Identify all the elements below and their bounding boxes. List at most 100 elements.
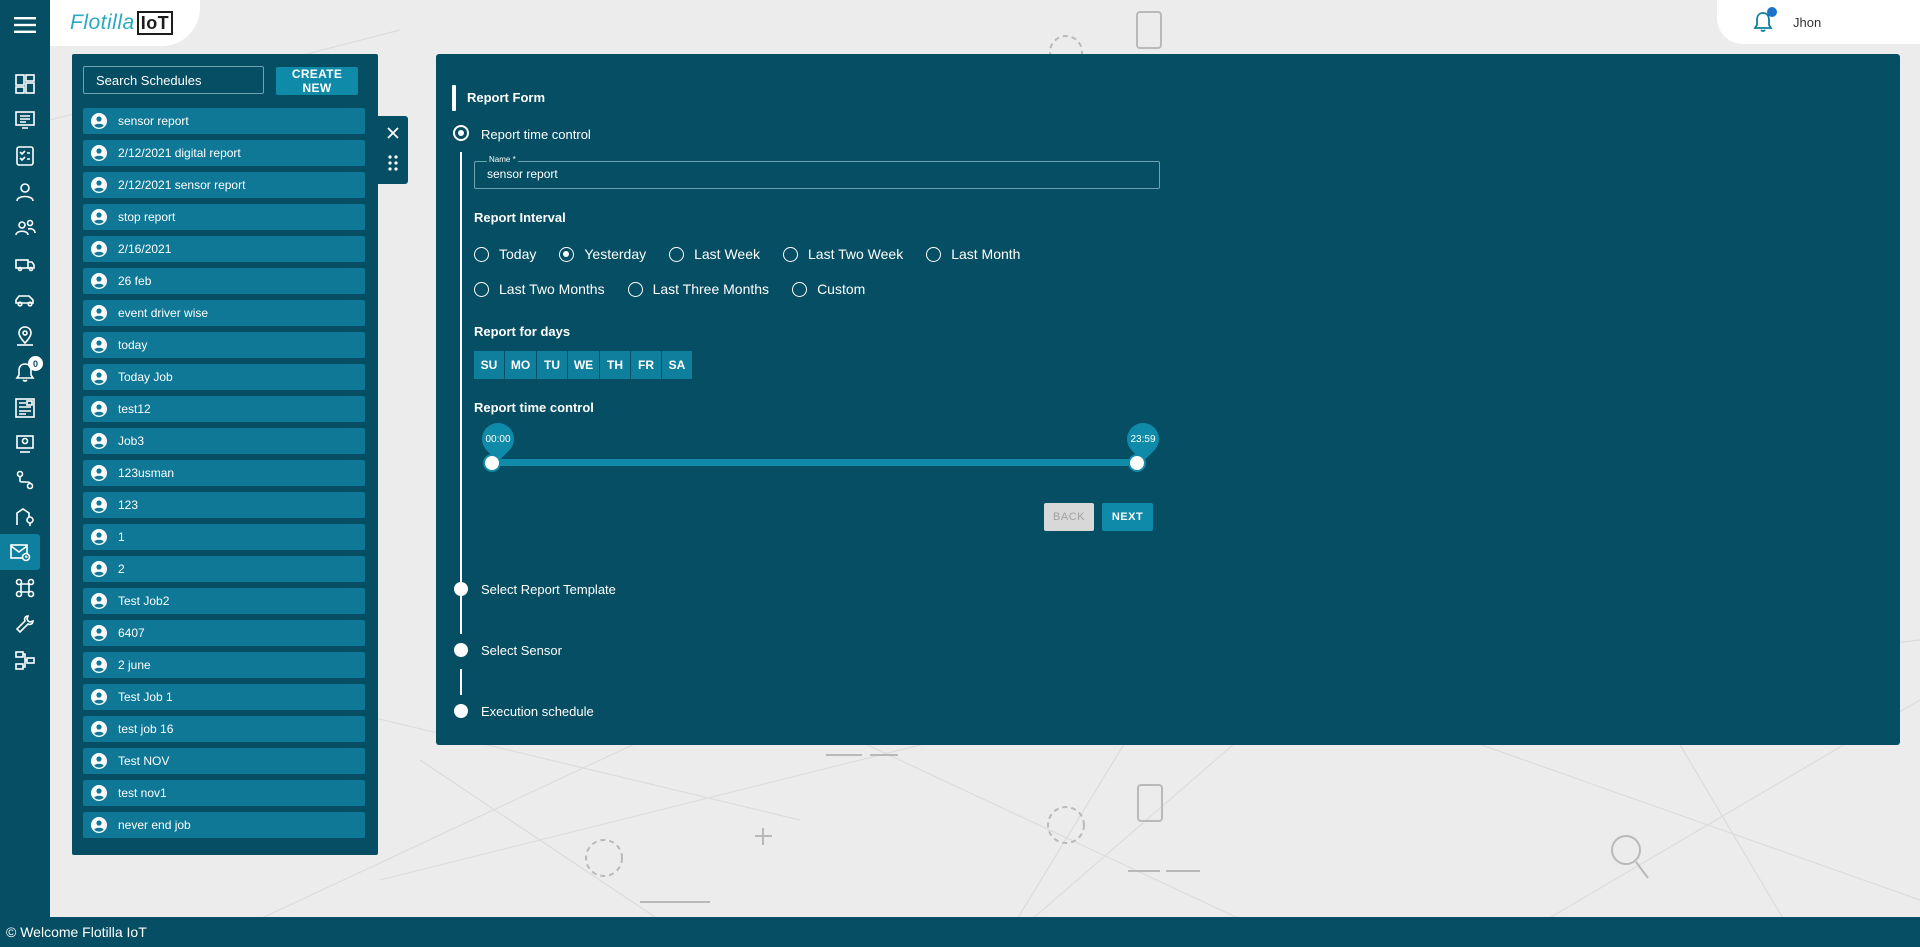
back-button[interactable]: BACK <box>1044 503 1094 531</box>
account-circle-icon <box>91 561 107 577</box>
interval-option[interactable]: Last Three Months <box>627 281 769 297</box>
schedule-item[interactable]: never end job <box>83 812 365 838</box>
sidebar-item-commands[interactable] <box>0 570 50 606</box>
radio-button[interactable] <box>474 281 489 297</box>
radio-button[interactable] <box>926 246 942 262</box>
sidebar-item-routes[interactable] <box>0 462 50 498</box>
schedule-item[interactable]: 2/16/2021 <box>83 236 365 262</box>
day-toggle[interactable]: SA <box>662 351 692 379</box>
day-toggle[interactable]: MO <box>505 351 536 379</box>
sidebar-item-geofence[interactable] <box>0 498 50 534</box>
sidebar-item-workflow[interactable] <box>0 642 50 678</box>
interval-option[interactable]: Last Month <box>926 246 1020 262</box>
sidebar-item-dashboard[interactable] <box>0 66 50 102</box>
interval-option[interactable]: Custom <box>792 281 865 297</box>
schedule-item-label: 123 <box>118 498 139 512</box>
schedule-item[interactable]: sensor report <box>83 108 365 134</box>
next-button[interactable]: NEXT <box>1102 503 1153 531</box>
day-toggle[interactable]: WE <box>568 351 599 379</box>
time-start-thumb[interactable] <box>483 454 501 472</box>
step-1-connector <box>460 152 462 620</box>
account-circle-icon <box>91 625 107 641</box>
interval-option[interactable]: Last Two Week <box>783 246 903 262</box>
close-icon[interactable] <box>386 126 400 140</box>
sidebar-item-locations[interactable] <box>0 318 50 354</box>
day-toggle[interactable]: TU <box>537 351 567 379</box>
time-start-bubble: 00:00 <box>475 416 521 462</box>
schedule-item[interactable]: 2 <box>83 556 365 582</box>
sidebar-item-scheduled-reports[interactable] <box>0 534 40 570</box>
sidebar-item-alerts[interactable]: 0 <box>0 354 50 390</box>
schedule-item[interactable]: 6407 <box>83 620 365 646</box>
schedule-item[interactable]: 2 june <box>83 652 365 678</box>
radio-button[interactable] <box>792 281 808 297</box>
schedule-item[interactable]: 26 feb <box>83 268 365 294</box>
step-2-label[interactable]: Select Report Template <box>481 582 616 597</box>
sidebar-item-trucks[interactable] <box>0 246 50 282</box>
name-input[interactable] <box>487 167 1147 181</box>
step-1-indicator[interactable] <box>453 125 469 141</box>
checklist-icon <box>16 146 34 166</box>
step-4-indicator[interactable] <box>454 704 468 718</box>
schedule-item[interactable]: 123 <box>83 492 365 518</box>
sidebar-item-users[interactable] <box>0 174 50 210</box>
schedule-item[interactable]: 1 <box>83 524 365 550</box>
step-2-indicator[interactable] <box>454 582 468 596</box>
interval-option[interactable]: Today <box>474 246 536 262</box>
sidebar-item-reports[interactable] <box>0 390 50 426</box>
account-circle-icon <box>91 145 107 161</box>
sidebar-item-drivers[interactable] <box>0 210 50 246</box>
schedule-item[interactable]: Test NOV <box>83 748 365 774</box>
interval-option-label: Today <box>499 246 537 262</box>
schedule-item[interactable]: 2/12/2021 digital report <box>83 140 365 166</box>
schedule-item[interactable]: test job 16 <box>83 716 365 742</box>
sidebar-item-tools[interactable] <box>0 606 50 642</box>
sidebar-item-vehicles[interactable] <box>0 282 50 318</box>
radio-button[interactable] <box>559 246 575 262</box>
radio-button[interactable] <box>627 281 643 297</box>
day-toggle[interactable]: FR <box>631 351 661 379</box>
interval-option[interactable]: Yesterday <box>559 246 646 262</box>
day-toggle[interactable]: TH <box>600 351 630 379</box>
step-3-indicator[interactable] <box>454 643 468 657</box>
radio-button[interactable] <box>474 246 489 262</box>
account-circle-icon <box>91 337 107 353</box>
schedule-item[interactable]: Today Job <box>83 364 365 390</box>
schedule-item-label: 6407 <box>118 626 145 640</box>
time-end-thumb[interactable] <box>1128 454 1146 472</box>
day-toggle[interactable]: SU <box>474 351 504 379</box>
search-schedules-input[interactable] <box>83 66 264 94</box>
schedule-item[interactable]: today <box>83 332 365 358</box>
create-new-button[interactable]: CREATE NEW <box>276 67 358 95</box>
radio-button[interactable] <box>783 246 798 262</box>
schedule-item[interactable]: stop report <box>83 204 365 230</box>
schedule-item[interactable]: event driver wise <box>83 300 365 326</box>
menu-button[interactable] <box>0 0 50 50</box>
time-slider-track[interactable] <box>492 459 1138 466</box>
sidebar-item-monitor[interactable] <box>0 102 50 138</box>
interval-options-row-2: Last Two Months Last Three Months Custom <box>474 281 888 297</box>
sidebar-item-tasks[interactable] <box>0 138 50 174</box>
interval-option[interactable]: Last Week <box>669 246 760 262</box>
hamburger-icon <box>14 17 36 33</box>
sidebar-item-user-settings[interactable] <box>0 426 50 462</box>
radio-button[interactable] <box>669 246 685 262</box>
schedule-item[interactable]: test nov1 <box>83 780 365 806</box>
drag-handle-icon[interactable] <box>387 154 399 172</box>
notifications-button[interactable] <box>1753 7 1777 33</box>
schedule-item[interactable]: Job3 <box>83 428 365 454</box>
name-field[interactable] <box>474 161 1160 189</box>
step-1-label[interactable]: Report time control <box>481 127 591 142</box>
interval-option[interactable]: Last Two Months <box>474 281 605 297</box>
schedule-item[interactable]: Test Job 1 <box>83 684 365 710</box>
location-user-icon <box>17 326 33 346</box>
schedule-item[interactable]: 2/12/2021 sensor report <box>83 172 365 198</box>
schedule-item[interactable]: Test Job2 <box>83 588 365 614</box>
schedule-item[interactable]: 123usman <box>83 460 365 486</box>
step-3-label[interactable]: Select Sensor <box>481 643 562 658</box>
logo[interactable]: Flotilla IoT <box>50 0 200 46</box>
user-menu[interactable]: Jhon <box>1717 0 1920 44</box>
command-icon <box>15 578 35 598</box>
step-4-label[interactable]: Execution schedule <box>481 704 594 719</box>
schedule-item[interactable]: test12 <box>83 396 365 422</box>
